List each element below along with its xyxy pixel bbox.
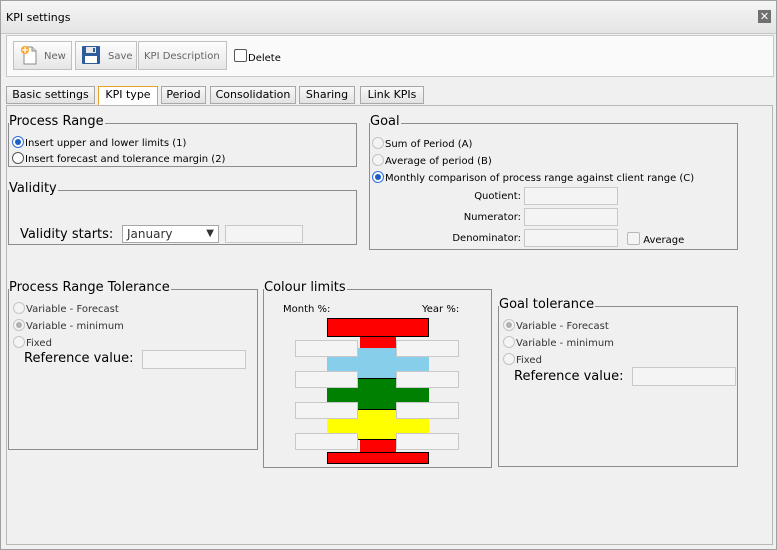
- gt-reference-input[interactable]: [632, 367, 736, 386]
- goal-tolerance-group: Goal tolerance Variable - Forecast Varia…: [498, 298, 738, 467]
- radio-button[interactable]: [503, 336, 515, 348]
- validity-group: Validity Validity starts: January ▼: [8, 182, 357, 245]
- radio-label: Variable - minimum: [516, 338, 614, 349]
- process-range-option-forecast[interactable]: Insert forecast and tolerance margin (2): [12, 152, 225, 165]
- radio-label: Variable - Forecast: [26, 304, 119, 315]
- radio-button[interactable]: [13, 302, 25, 314]
- toolbar: New Save KPI Description Delete: [6, 35, 774, 77]
- validity-starts-label: Validity starts:: [20, 227, 114, 242]
- radio-button[interactable]: [13, 319, 25, 331]
- radio-button[interactable]: [12, 136, 24, 148]
- goal-title: Goal: [370, 114, 401, 129]
- year-limit-input-3[interactable]: [396, 402, 459, 419]
- radio-label: Sum of Period (A): [385, 139, 473, 150]
- goal-option-monthly-comparison[interactable]: Monthly comparison of process range agai…: [372, 171, 694, 184]
- tab-link-kpis[interactable]: Link KPIs: [360, 86, 424, 104]
- delete-label: Delete: [248, 53, 281, 64]
- tab-period[interactable]: Period: [161, 86, 206, 104]
- colour-band-red-neck: [360, 337, 396, 348]
- close-button[interactable]: ✕: [758, 10, 771, 23]
- year-limit-input-1[interactable]: [396, 340, 459, 357]
- colour-band-red-top: [327, 318, 429, 337]
- colour-limits-title: Colour limits: [264, 280, 347, 295]
- prt-reference-input[interactable]: [142, 350, 246, 369]
- kpi-settings-window: KPI settings ✕ New Save KPI Description: [0, 0, 777, 550]
- title-bar: KPI settings ✕: [1, 1, 776, 34]
- floppy-disk-icon: [82, 46, 100, 64]
- gt-reference-label: Reference value:: [514, 369, 624, 384]
- prt-option-fixed[interactable]: Fixed: [13, 336, 52, 349]
- chevron-down-icon: ▼: [206, 228, 214, 239]
- radio-label: Fixed: [26, 338, 52, 349]
- process-range-tolerance-title: Process Range Tolerance: [9, 280, 171, 295]
- kpi-description-button[interactable]: KPI Description: [138, 41, 227, 70]
- year-limit-input-2[interactable]: [396, 371, 459, 388]
- save-button[interactable]: Save: [75, 41, 137, 70]
- denominator-label: Denominator:: [452, 233, 521, 244]
- prt-option-forecast[interactable]: Variable - Forecast: [13, 302, 119, 315]
- prt-option-minimum[interactable]: Variable - minimum: [13, 319, 124, 332]
- average-checkbox-box[interactable]: [627, 232, 640, 245]
- process-range-title: Process Range: [9, 114, 105, 129]
- tab-basic-settings[interactable]: Basic settings: [6, 86, 95, 104]
- delete-checkbox-box[interactable]: [234, 49, 247, 62]
- radio-button[interactable]: [503, 319, 515, 331]
- average-label: Average: [643, 235, 685, 246]
- tab-consolidation[interactable]: Consolidation: [210, 86, 296, 104]
- denominator-input[interactable]: [524, 229, 618, 247]
- radio-label: Variable - Forecast: [516, 321, 609, 332]
- radio-label: Average of period (B): [385, 156, 492, 167]
- month-percent-label: Month %:: [283, 304, 331, 315]
- radio-button[interactable]: [372, 137, 384, 149]
- numerator-input[interactable]: [524, 208, 618, 226]
- goal-group: Goal Sum of Period (A) Average of period…: [369, 115, 738, 250]
- quotient-label: Quotient:: [474, 191, 521, 202]
- radio-button[interactable]: [13, 336, 25, 348]
- goal-option-average[interactable]: Average of period (B): [372, 154, 492, 167]
- colour-band-red-stem: [360, 440, 396, 452]
- validity-month-value: January: [127, 227, 173, 241]
- radio-label: Monthly comparison of process range agai…: [385, 173, 695, 184]
- goal-tolerance-title: Goal tolerance: [499, 297, 596, 312]
- month-limit-input-2[interactable]: [295, 371, 358, 388]
- validity-month-select[interactable]: January ▼: [122, 225, 219, 243]
- radio-button[interactable]: [372, 171, 384, 183]
- kpi-description-label: KPI Description: [144, 51, 220, 62]
- process-range-group: Process Range Insert upper and lower lim…: [8, 115, 357, 167]
- quotient-input[interactable]: [524, 187, 618, 205]
- radio-button[interactable]: [503, 353, 515, 365]
- radio-label: Insert upper and lower limits (1): [25, 138, 187, 149]
- delete-checkbox[interactable]: Delete: [234, 49, 281, 64]
- save-label: Save: [108, 51, 133, 62]
- new-document-icon: [21, 46, 37, 65]
- radio-label: Fixed: [516, 355, 542, 366]
- new-button[interactable]: New: [13, 41, 72, 70]
- tab-kpi-type[interactable]: KPI type: [98, 86, 158, 106]
- gt-option-minimum[interactable]: Variable - minimum: [503, 336, 614, 349]
- radio-label: Variable - minimum: [26, 321, 124, 332]
- radio-button[interactable]: [372, 154, 384, 166]
- month-limit-input-4[interactable]: [295, 433, 358, 450]
- validity-title: Validity: [9, 181, 58, 196]
- year-limit-input-4[interactable]: [396, 433, 459, 450]
- month-limit-input-1[interactable]: [295, 340, 358, 357]
- process-range-option-limits[interactable]: Insert upper and lower limits (1): [12, 136, 186, 149]
- close-icon: ✕: [759, 10, 770, 23]
- average-checkbox[interactable]: Average: [627, 232, 684, 246]
- radio-label: Insert forecast and tolerance margin (2): [25, 154, 226, 165]
- colour-band-red-bottom: [327, 452, 429, 464]
- tab-sharing[interactable]: Sharing: [299, 86, 355, 104]
- new-label: New: [44, 51, 66, 62]
- prt-reference-label: Reference value:: [24, 351, 134, 366]
- year-percent-label: Year %:: [422, 304, 460, 315]
- gt-option-fixed[interactable]: Fixed: [503, 353, 542, 366]
- numerator-label: Numerator:: [463, 212, 521, 223]
- window-title: KPI settings: [6, 11, 71, 24]
- goal-option-sum[interactable]: Sum of Period (A): [372, 137, 472, 150]
- radio-button[interactable]: [12, 152, 24, 164]
- process-range-tolerance-group: Process Range Tolerance Variable - Forec…: [8, 281, 258, 450]
- validity-year-input[interactable]: [225, 225, 303, 243]
- gt-option-forecast[interactable]: Variable - Forecast: [503, 319, 609, 332]
- month-limit-input-3[interactable]: [295, 402, 358, 419]
